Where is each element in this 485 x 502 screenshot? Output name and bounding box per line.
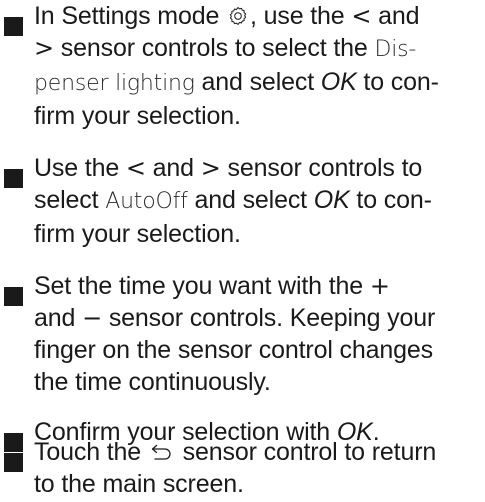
bullet-icon (4, 287, 23, 306)
text-line: Use the < and > sensor controls to (34, 152, 484, 184)
text-run: finger on the sensor control changes (34, 336, 434, 364)
ok-label: OK (320, 68, 357, 96)
text-run: firm your selection. (34, 102, 241, 130)
step-text: Set the time you want with the + and − s… (34, 270, 484, 398)
back-arrow-icon (151, 444, 171, 460)
text-run: and (145, 154, 201, 182)
greater-than-symbol: > (200, 154, 221, 182)
text-run: and select (194, 68, 321, 96)
bullet-icon (4, 433, 23, 452)
text-line: In Settings mode , use the < and (34, 0, 484, 32)
text-line: finger on the sensor control changes (34, 334, 484, 366)
text-run: and select (187, 186, 314, 214)
text-run: firm your selection. (34, 220, 241, 248)
text-line: and − sensor controls. Keeping your (34, 302, 484, 334)
text-run: Use the (34, 154, 126, 182)
text-run: Touch the (34, 438, 148, 466)
text-run: sensor controls. Keeping your (102, 304, 436, 332)
text-run: sensor controls to select the (53, 34, 375, 62)
text-run: to con- (349, 186, 432, 214)
display-text: AutoOff (105, 189, 188, 214)
text-line: Touch the sensor control to return (34, 436, 484, 468)
bullet-icon (4, 169, 23, 188)
bullet-icon (4, 17, 23, 36)
text-line: the time continuously. (34, 366, 484, 398)
text-run: In Settings mode (34, 2, 227, 30)
step-text: Use the < and > sensor controls to selec… (34, 152, 484, 250)
text-line: > sensor controls to select the Dis- (34, 32, 484, 66)
text-run: the time continuously. (34, 368, 271, 396)
display-text: penser lighting (34, 71, 195, 96)
gear-icon (229, 7, 247, 25)
text-line: firm your selection. (34, 100, 484, 132)
step-text: In Settings mode , use the < and > senso… (34, 0, 484, 132)
text-run: and (371, 2, 420, 30)
text-line: Set the time you want with the + (34, 270, 484, 302)
text-line: to the main screen. (34, 468, 484, 500)
display-text: Dis- (374, 37, 417, 62)
bullet-icon (4, 453, 23, 472)
text-run: Set the time you want with the (34, 272, 370, 300)
plus-symbol: + (369, 272, 390, 300)
text-run: sensor controls to (220, 154, 423, 182)
greater-than-symbol: > (34, 34, 54, 62)
text-run: sensor control to return (175, 438, 437, 466)
less-than-symbol: < (351, 2, 372, 30)
text-run: , use the (250, 2, 352, 30)
step-text: Touch the sensor control to return to th… (34, 436, 484, 500)
text-line: penser lighting and select OK to con- (34, 66, 484, 100)
ok-label: OK (313, 186, 350, 214)
text-run: and (34, 304, 83, 332)
text-line: select AutoOff and select OK to con- (34, 184, 484, 218)
less-than-symbol: < (125, 154, 146, 182)
text-run: to con- (356, 68, 439, 96)
minus-symbol: − (82, 304, 103, 332)
text-run: to the main screen. (34, 470, 244, 498)
text-run: select (34, 186, 106, 214)
text-line: firm your selection. (34, 218, 484, 250)
